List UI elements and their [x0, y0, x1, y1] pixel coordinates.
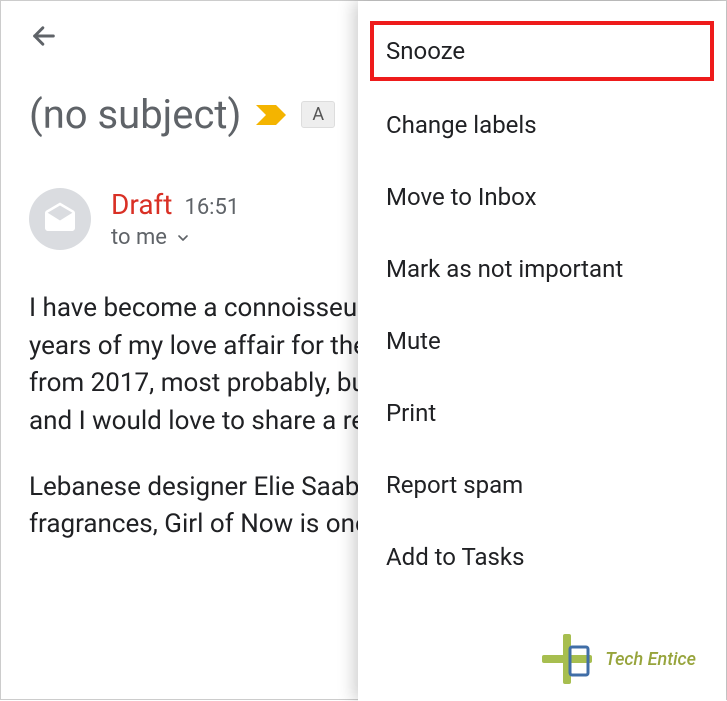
chevron-down-icon — [175, 230, 191, 246]
menu-item-move-to-inbox[interactable]: Move to Inbox — [358, 161, 726, 233]
recipient-label: to me — [111, 225, 167, 250]
avatar[interactable] — [29, 188, 91, 250]
menu-item-add-to-tasks[interactable]: Add to Tasks — [358, 521, 726, 593]
menu-item-mark-not-important[interactable]: Mark as not important — [358, 233, 726, 305]
draft-envelope-icon — [42, 201, 78, 237]
menu-item-snooze[interactable]: Snooze — [366, 17, 718, 85]
sender-name[interactable]: Draft — [111, 188, 172, 221]
menu-item-report-spam[interactable]: Report spam — [358, 449, 726, 521]
menu-item-mute[interactable]: Mute — [358, 305, 726, 377]
recipient-expand-button[interactable]: to me — [111, 225, 239, 250]
watermark-text: Tech Entice — [605, 649, 696, 670]
label-chip[interactable]: A — [301, 101, 335, 128]
menu-item-change-labels[interactable]: Change labels — [358, 89, 726, 161]
menu-item-print[interactable]: Print — [358, 377, 726, 449]
watermark-logo-icon — [537, 629, 597, 689]
overflow-menu: Snooze Change labels Move to Inbox Mark … — [358, 1, 726, 701]
timestamp: 16:51 — [184, 195, 239, 220]
email-subject: (no subject) — [29, 91, 241, 138]
arrow-left-icon — [30, 22, 58, 50]
back-button[interactable] — [29, 21, 59, 51]
watermark: Tech Entice — [537, 629, 696, 689]
importance-marker-icon[interactable] — [256, 105, 286, 125]
